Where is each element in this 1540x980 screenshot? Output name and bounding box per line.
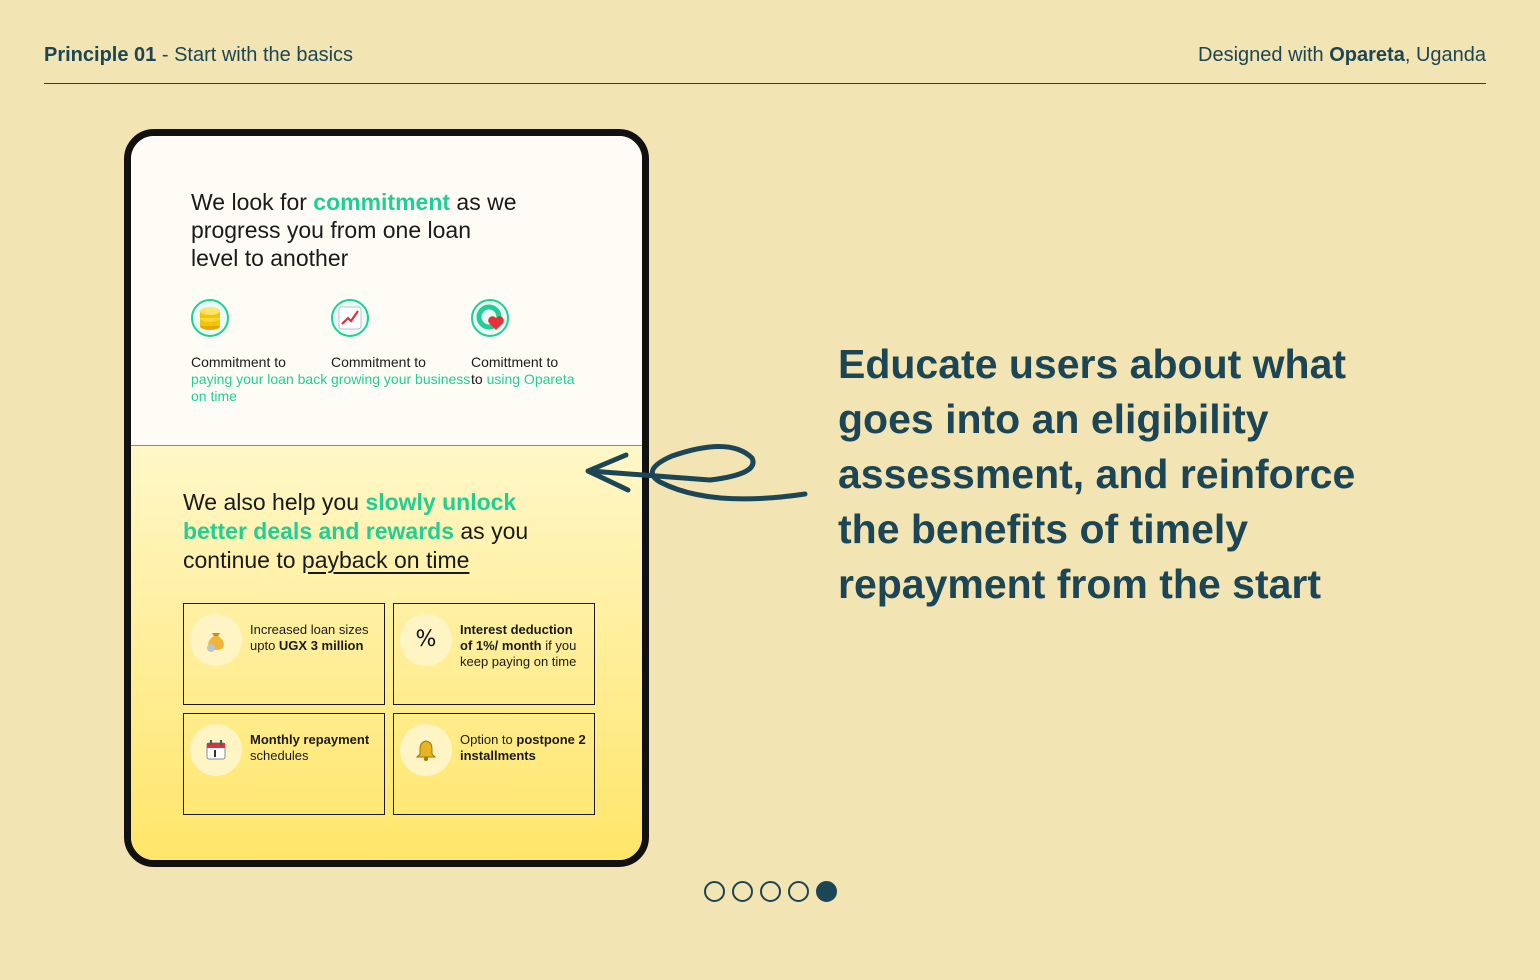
pillar-detail: growing your business: [331, 371, 471, 387]
curly-arrow-icon: [585, 444, 808, 502]
top-bar: Principle 01 - Start with the basics Des…: [44, 38, 1486, 84]
pillar-detail: to using Opareta: [471, 371, 611, 388]
designed-with-credit: Designed with Opareta, Uganda: [1198, 38, 1486, 67]
key-message: Educate users about what goes into an el…: [838, 341, 1356, 607]
reward-card-interest: % Interest deduction of 1%/ month if you…: [393, 603, 595, 705]
pillar-opareta: Comittment to to using Opareta: [471, 299, 611, 405]
bell-icon: [404, 728, 448, 772]
reward-card-text: Interest deduction of 1%/ month if you k…: [460, 622, 586, 670]
reward-card-text: Option to postpone 2 installments: [460, 732, 586, 764]
commitment-headline: We look for commitment as we progress yo…: [191, 188, 521, 272]
reward-card-schedule: Monthly repayment schedules: [183, 713, 385, 815]
pillar-detail-highlight: using Opareta: [486, 371, 575, 387]
reward-card-loan-size: Increased loan sizes upto UGX 3 million: [183, 603, 385, 705]
page-dot-4[interactable]: [788, 881, 809, 902]
rewards-cards: Increased loan sizes upto UGX 3 million …: [183, 603, 597, 817]
commitment-pillars: Commitment to paying your loan back on t…: [191, 299, 611, 405]
reward-card-text: Increased loan sizes upto UGX 3 million: [250, 622, 376, 654]
headline2-underlined: payback on time: [301, 547, 470, 573]
calendar-icon: [194, 728, 238, 772]
phone-mockup: We look for commitment as we progress yo…: [124, 129, 649, 867]
percent-glyph: %: [415, 627, 437, 652]
headline1-highlight: commitment: [313, 189, 451, 215]
headline1-pre: We look for: [191, 189, 314, 215]
pillar-title: Commitment to: [331, 354, 426, 370]
reward-card-text: Monthly repayment schedules: [250, 732, 376, 764]
chart-up-icon: [331, 299, 369, 337]
designed-brand: Opareta: [1329, 44, 1405, 66]
card-text-pre: Option to: [460, 732, 517, 747]
designed-suffix: , Uganda: [1404, 44, 1486, 66]
heart-icon: [471, 299, 509, 337]
principle-heading: Principle 01 - Start with the basics: [44, 38, 353, 67]
designed-prefix: Designed with: [1198, 44, 1330, 66]
percent-icon: %: [404, 618, 448, 662]
money-bag-icon: [194, 618, 238, 662]
reward-card-postpone: Option to postpone 2 installments: [393, 713, 595, 815]
page-dot-2[interactable]: [732, 881, 753, 902]
page-dot-1[interactable]: [704, 881, 725, 902]
page-dot-5-active[interactable]: [816, 881, 837, 902]
card-text-post: schedules: [250, 748, 309, 763]
pillar-title: Commitment to: [191, 354, 286, 370]
headline2-pre: We also help you: [183, 489, 366, 515]
pillar-title: Comittment to: [471, 354, 559, 370]
pillar-repay: Commitment to paying your loan back on t…: [191, 299, 331, 405]
rewards-headline: We also help you slowly unlock better de…: [183, 488, 583, 575]
commitment-section: We look for commitment as we progress yo…: [131, 136, 642, 446]
pagination-dots: [704, 881, 837, 902]
pillar-grow: Commitment to growing your business: [331, 299, 471, 405]
rewards-section: We also help you slowly unlock better de…: [131, 446, 642, 860]
principle-title: Start with the basics: [174, 44, 354, 66]
pillar-detail-prefix: to: [471, 371, 483, 387]
coin-stack-icon: [191, 299, 229, 337]
principle-separator: -: [156, 44, 175, 66]
pillar-detail: paying your loan back on time: [191, 371, 328, 404]
page-dot-3[interactable]: [760, 881, 781, 902]
principle-label: Principle 01: [44, 44, 157, 66]
card-text-bold: UGX 3 million: [278, 638, 364, 653]
card-text-bold: Monthly repayment: [250, 732, 370, 747]
